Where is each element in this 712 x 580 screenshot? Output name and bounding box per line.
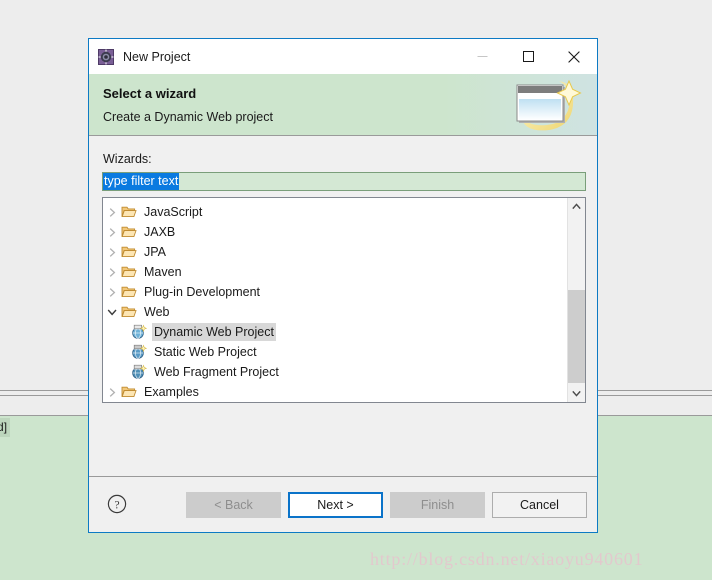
folder-icon	[121, 284, 137, 300]
tree-item-label: Web Fragment Project	[154, 365, 279, 379]
tree-item-label: Examples	[144, 385, 199, 399]
tree-item-web-fragment-project[interactable]: Web Fragment Project	[103, 362, 567, 382]
dynamic-web-project-icon	[131, 324, 148, 340]
tree-item-label: JPA	[144, 245, 166, 259]
chevron-right-icon[interactable]	[103, 222, 121, 242]
button-label: Cancel	[520, 498, 559, 512]
static-web-project-icon	[131, 344, 148, 360]
dialog-body: Wizards: type filter text JavaScript JAXB…	[89, 136, 597, 476]
button-label: Finish	[420, 498, 455, 512]
close-button[interactable]	[551, 40, 597, 74]
banner-title: Select a wizard	[103, 86, 197, 101]
folder-icon	[121, 224, 137, 240]
button-label: < Back	[214, 498, 253, 512]
tree-item-jpa[interactable]: JPA	[103, 242, 567, 262]
tree-item-jaxb[interactable]: JAXB	[103, 222, 567, 242]
folder-icon	[121, 244, 137, 260]
chevron-right-icon[interactable]	[103, 202, 121, 222]
tree-item-label: Maven	[144, 265, 182, 279]
chevron-down-icon[interactable]	[103, 302, 121, 322]
tree-item-plug-in-development[interactable]: Plug-in Development	[103, 282, 567, 302]
tree-item-label: Plug-in Development	[144, 285, 261, 299]
dialog-titlebar[interactable]: New Project	[89, 39, 597, 74]
wizards-label: Wizards:	[103, 152, 152, 166]
filter-input[interactable]: type filter text	[102, 172, 586, 191]
tree-item-label: Web	[144, 305, 170, 319]
minimize-button[interactable]	[459, 40, 505, 74]
tree-item-web[interactable]: Web	[103, 302, 567, 322]
backdrop-editor-tab-label: nized]	[0, 418, 11, 437]
tree-item-label: Static Web Project	[154, 345, 257, 359]
tree-item-label: JavaScript	[144, 205, 203, 219]
folder-icon	[121, 204, 137, 220]
tree-item-javascript[interactable]: JavaScript	[103, 202, 567, 222]
tree-item-static-web-project[interactable]: Static Web Project	[103, 342, 567, 362]
new-project-banner-icon	[503, 75, 591, 135]
tree-scrollbar[interactable]	[567, 198, 585, 402]
filter-input-value: type filter text	[103, 173, 180, 190]
help-icon[interactable]: ?	[107, 494, 127, 514]
banner-subtitle: Create a Dynamic Web project	[103, 110, 273, 124]
svg-text:?: ?	[114, 499, 119, 511]
scrollbar-thumb[interactable]	[568, 290, 585, 383]
next-button[interactable]: Next >	[288, 492, 383, 518]
cancel-button[interactable]: Cancel	[492, 492, 587, 518]
watermark-text: http://blog.csdn.net/xiaoyu940601	[370, 549, 644, 569]
button-label: Next >	[317, 498, 354, 512]
folder-icon	[121, 384, 137, 400]
chevron-right-icon[interactable]	[103, 262, 121, 282]
back-button: < Back	[186, 492, 281, 518]
dialog-title: New Project	[123, 49, 191, 64]
scroll-down-arrow-icon[interactable]	[568, 385, 585, 402]
web-fragment-project-icon	[131, 364, 148, 380]
finish-button: Finish	[390, 492, 485, 518]
maximize-button[interactable]	[505, 40, 551, 74]
wizard-tree-panel: JavaScript JAXB JPA Maven Plug-in Developmen…	[102, 197, 586, 403]
tree-item-maven[interactable]: Maven	[103, 262, 567, 282]
scroll-up-arrow-icon[interactable]	[568, 198, 585, 215]
chevron-right-icon[interactable]	[103, 282, 121, 302]
wizard-tree-list[interactable]: JavaScript JAXB JPA Maven Plug-in Developmen…	[103, 198, 567, 402]
eclipse-wizard-icon	[98, 48, 114, 65]
new-project-dialog: New Project Select a wizard Create a Dyn…	[88, 38, 598, 533]
chevron-right-icon[interactable]	[103, 242, 121, 262]
chevron-right-icon[interactable]	[103, 382, 121, 402]
dialog-button-row: < Back Next > Finish Cancel	[186, 492, 587, 518]
tree-item-dynamic-web-project[interactable]: Dynamic Web Project	[103, 322, 567, 342]
tree-item-label: Dynamic Web Project	[152, 323, 276, 341]
tree-item-label: JAXB	[144, 225, 176, 239]
dialog-banner: Select a wizard Create a Dynamic Web pro…	[89, 74, 597, 136]
folder-icon	[121, 304, 137, 320]
folder-icon	[121, 264, 137, 280]
tree-item-examples[interactable]: Examples	[103, 382, 567, 402]
dialog-footer: ? < Back Next > Finish Cancel	[89, 476, 597, 532]
